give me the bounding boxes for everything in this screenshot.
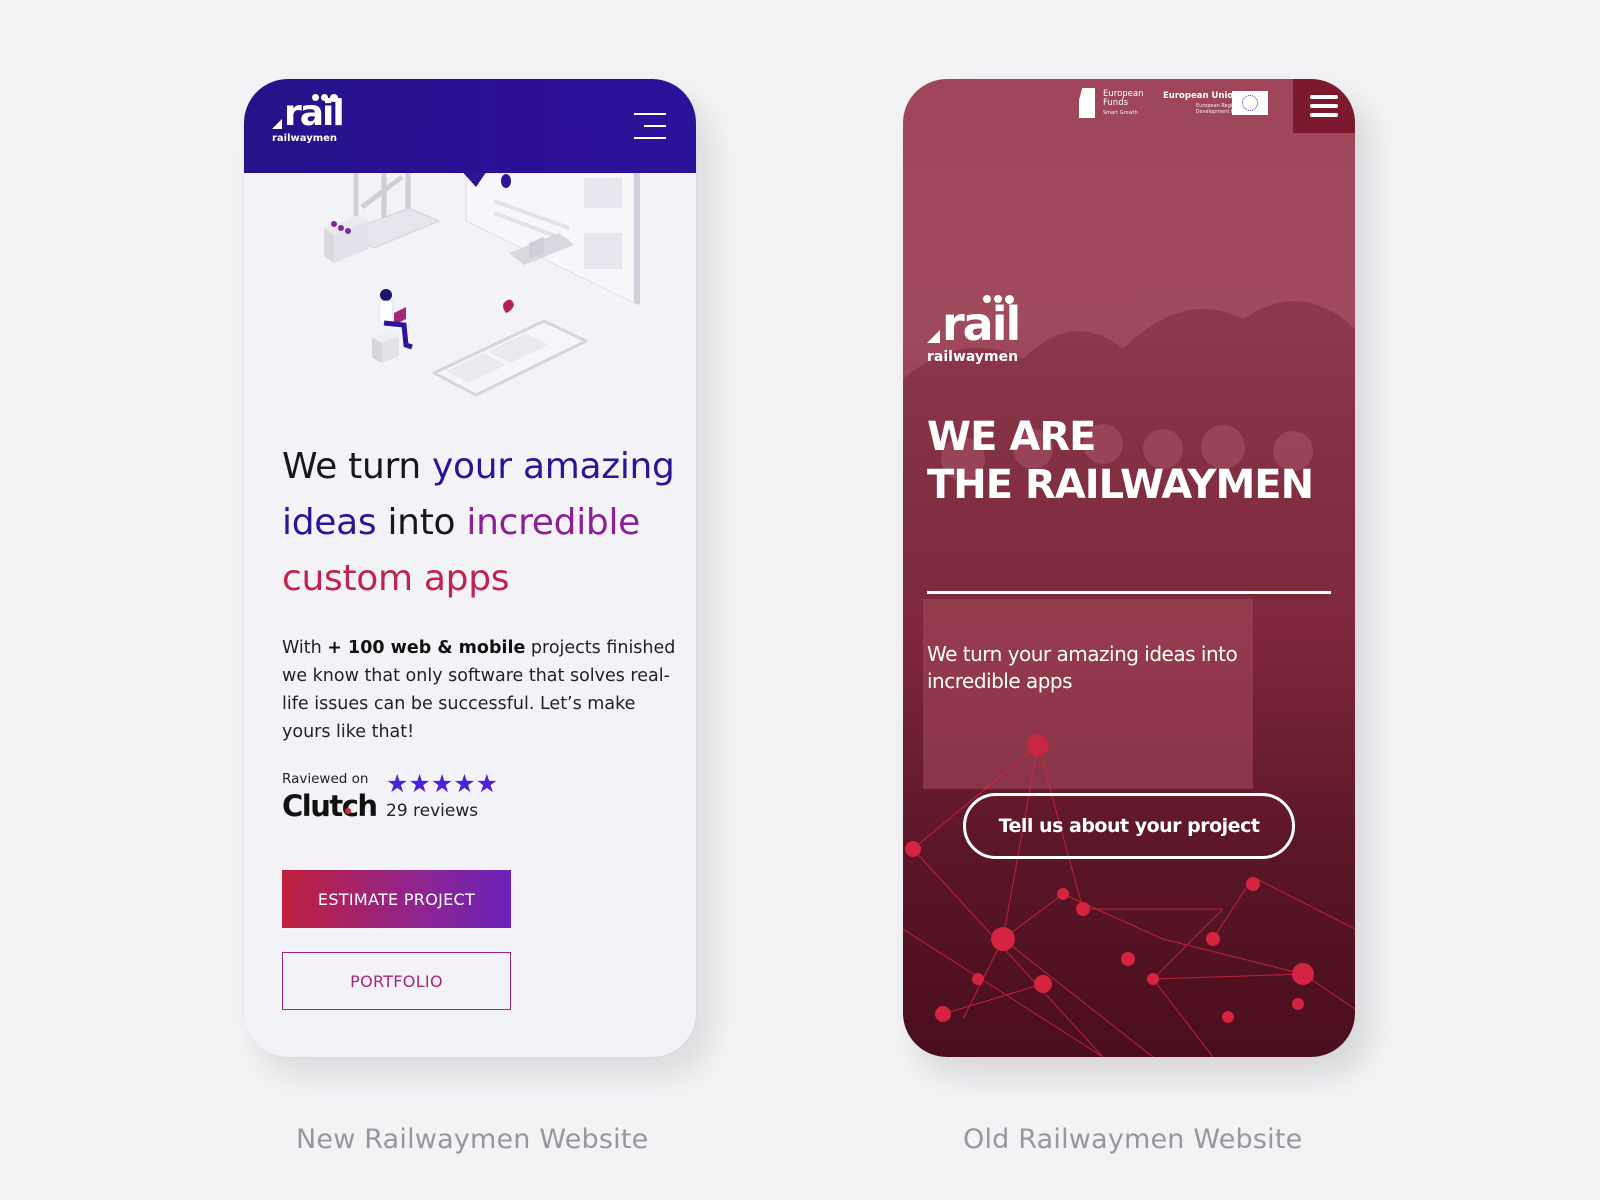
logo-subtitle: railwaymen	[927, 349, 1019, 365]
logo-triangle	[927, 330, 940, 343]
star-rating-icon: ★★★★★	[386, 770, 499, 798]
old-hero-headline: WE ARE THE RAILWAYMEN	[927, 413, 1347, 509]
old-website-phone: European Funds Smart Growth European Uni…	[903, 79, 1355, 1057]
monitor-illustration	[463, 173, 640, 305]
headline-highlight: custom apps	[282, 558, 510, 599]
caption-old-website: Old Railwaymen Website	[963, 1124, 1303, 1155]
headline-highlight: incredible	[466, 502, 641, 543]
logo-triangle	[272, 119, 282, 129]
headline-line: THE RAILWAYMEN	[927, 462, 1314, 508]
tell-us-about-project-button[interactable]: Tell us about your project	[963, 793, 1295, 859]
estimate-project-button[interactable]: ESTIMATE PROJECT	[282, 870, 511, 928]
description-text: With	[282, 638, 328, 658]
logo-dots	[983, 295, 1014, 304]
portfolio-button[interactable]: PORTFOLIO	[282, 952, 511, 1010]
server-box	[324, 215, 369, 263]
headline-line: WE ARE	[927, 414, 1096, 460]
european-funds-logo: European Funds Smart Growth	[1079, 88, 1149, 120]
eu-flag-icon	[1232, 91, 1268, 115]
european-union-logo: European Union European Regional Develop…	[1163, 91, 1303, 121]
eu-funds-title: European Funds	[1103, 89, 1144, 108]
divider	[927, 591, 1331, 594]
review-count: 29 reviews	[386, 801, 479, 821]
hamburger-icon[interactable]	[1293, 79, 1355, 133]
european-funds-flag-icon	[1079, 88, 1095, 118]
headline-text: into	[376, 502, 467, 543]
logo-dots	[312, 94, 338, 102]
hero-description: With + 100 web & mobile projects finishe…	[282, 634, 682, 746]
headline-highlight: ideas	[282, 502, 377, 543]
eu-funds-subtitle: Smart Growth	[1103, 110, 1138, 116]
hero-headline: We turn your amazing ideas into incredibl…	[282, 439, 682, 607]
logo-word: rail	[942, 297, 1021, 351]
railwaymen-logo[interactable]: rail railwaymen	[272, 94, 345, 144]
logo-subtitle: railwaymen	[272, 133, 338, 144]
new-site-header: rail railwaymen	[244, 79, 696, 173]
description-bold: + 100 web & mobile	[327, 638, 526, 658]
headline-highlight: your amazing	[432, 446, 675, 487]
hamburger-icon[interactable]	[634, 113, 666, 139]
phone-illustration	[432, 299, 588, 397]
person-illustration	[372, 289, 413, 363]
headline-text: We turn	[282, 446, 433, 487]
old-hero-subtitle: We turn your amazing ideas into incredib…	[927, 642, 1238, 693]
clutch-logo: Clutch	[282, 789, 378, 823]
isometric-devices-illustration	[324, 173, 640, 397]
clutch-logo-dot	[345, 808, 351, 814]
eu-union-title: European Union	[1163, 91, 1240, 101]
new-website-phone: rail railwaymen We turn your amazing ide…	[244, 79, 696, 1057]
clutch-review[interactable]: Raviewed on Clutch ★★★★★ 29 reviews	[282, 770, 542, 831]
team-photo-network-background	[903, 301, 1355, 1057]
caption-new-website: New Railwaymen Website	[296, 1124, 649, 1155]
review-label: Raviewed on	[282, 771, 369, 787]
railwaymen-logo[interactable]: rail railwaymen	[927, 295, 1021, 365]
network-lines	[903, 744, 1355, 1057]
